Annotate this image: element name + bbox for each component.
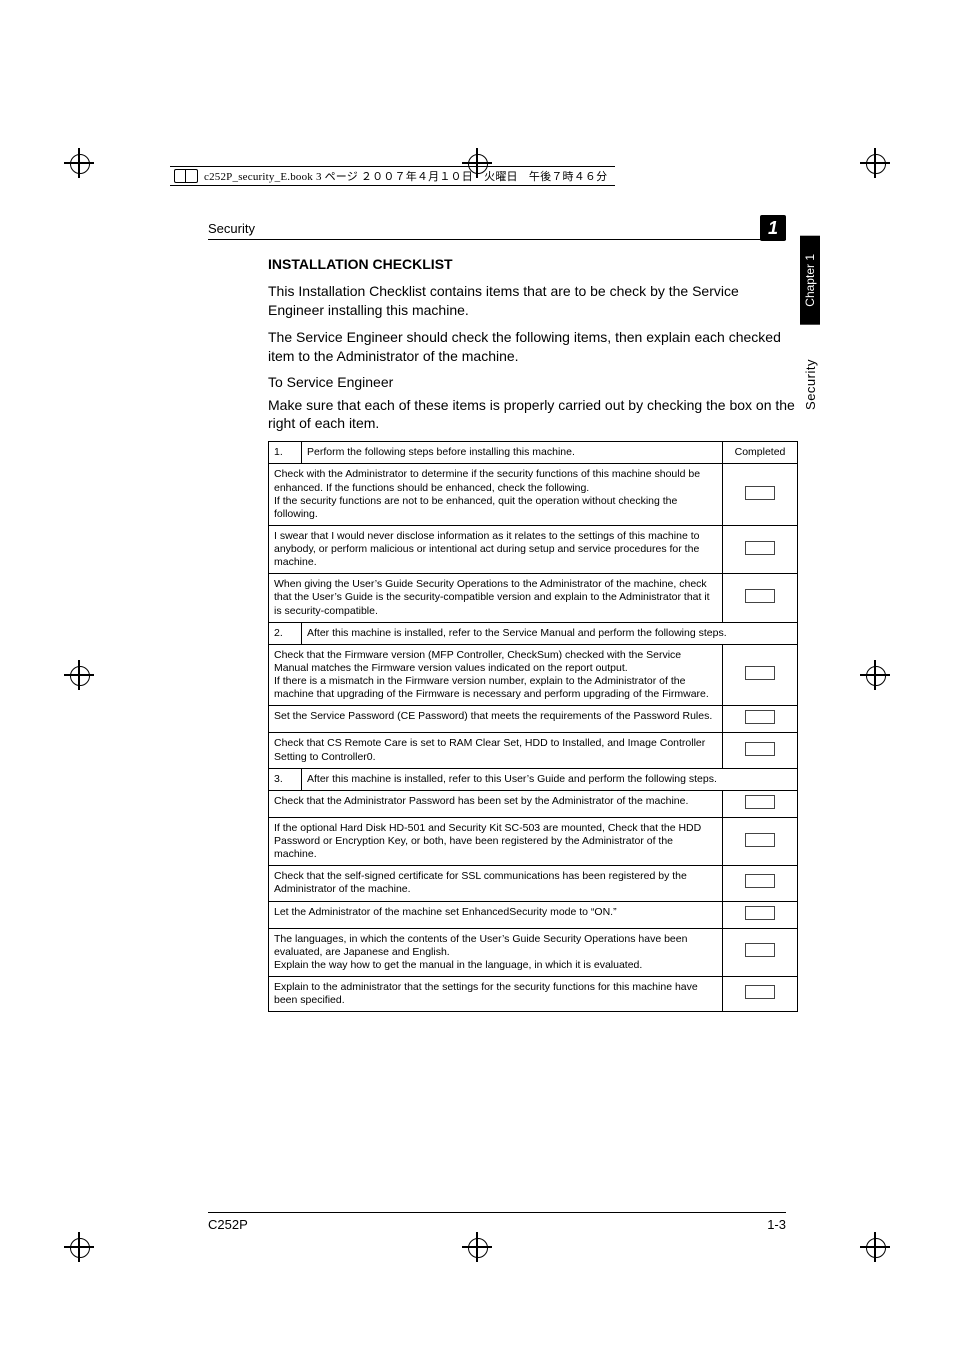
checkbox-icon[interactable] (745, 874, 775, 888)
registration-mark-right (858, 658, 892, 692)
checklist-row-text: Check that the Administrator Password ha… (269, 790, 723, 817)
checklist-checkbox-cell (723, 464, 798, 526)
intro-paragraph-1: This Installation Checklist contains ite… (268, 282, 798, 320)
checklist-row-num: 1. (269, 442, 302, 464)
checklist-checkbox-cell (723, 866, 798, 901)
to-service-engineer-line: To Service Engineer (268, 374, 798, 390)
page-footer: C252P 1-3 (208, 1212, 786, 1232)
checkbox-icon[interactable] (745, 666, 775, 680)
checkbox-icon[interactable] (745, 943, 775, 957)
checklist-row-text: I swear that I would never disclose info… (269, 525, 723, 573)
crop-mark-bottom-left (62, 1230, 96, 1264)
checklist-row-text: Check with the Administrator to determin… (269, 464, 723, 526)
checklist-checkbox-cell (723, 977, 798, 1012)
page-root: c252P_security_E.book 3 ページ ２００７年４月１０日 火… (0, 0, 954, 1350)
checklist-checkbox-cell (723, 790, 798, 817)
file-trace-header: c252P_security_E.book 3 ページ ２００７年４月１０日 火… (170, 166, 615, 186)
checklist-row-num: 3. (269, 768, 302, 790)
checklist-row-num: 2. (269, 622, 302, 644)
crop-mark-top-right (858, 146, 892, 180)
checklist-row-text: Perform the following steps before insta… (302, 442, 723, 464)
checklist-row-text: After this machine is installed, refer t… (302, 622, 798, 644)
checkbox-icon[interactable] (745, 541, 775, 555)
page-heading: INSTALLATION CHECKLIST (268, 256, 798, 272)
checklist-checkbox-cell (723, 644, 798, 706)
chapter-number-badge: 1 (760, 215, 786, 241)
checklist-row-text: When giving the User’s Guide Security Op… (269, 574, 723, 622)
checklist-checkbox-cell (723, 733, 798, 768)
checklist-table: 1. Perform the following steps before in… (268, 441, 798, 1012)
checklist-row-text: Set the Service Password (CE Password) t… (269, 706, 723, 733)
checkbox-icon[interactable] (745, 906, 775, 920)
checkbox-icon[interactable] (745, 710, 775, 724)
checklist-checkbox-cell (723, 525, 798, 573)
checklist-row-text: Check that the self-signed certificate f… (269, 866, 723, 901)
intro-paragraph-2: The Service Engineer should check the fo… (268, 328, 798, 366)
checklist-row-text: Let the Administrator of the machine set… (269, 901, 723, 928)
checkbox-icon[interactable] (745, 486, 775, 500)
checklist-row-text: The languages, in which the contents of … (269, 928, 723, 976)
crop-mark-top-left (62, 146, 96, 180)
footer-page-number: 1-3 (767, 1217, 786, 1232)
checklist-checkbox-cell (723, 928, 798, 976)
checkbox-icon[interactable] (745, 795, 775, 809)
checklist-checkbox-cell (723, 574, 798, 622)
checklist-checkbox-cell (723, 901, 798, 928)
registration-mark-bottom (460, 1230, 494, 1264)
checklist-checkbox-cell (723, 706, 798, 733)
instruction-paragraph: Make sure that each of these items is pr… (268, 396, 798, 434)
side-tab: Chapter 1 Security (794, 236, 826, 410)
footer-model: C252P (208, 1217, 248, 1232)
checklist-row-text: Explain to the administrator that the se… (269, 977, 723, 1012)
checklist-row-text: Check that the Firmware version (MFP Con… (269, 644, 723, 706)
checklist-checkbox-cell (723, 817, 798, 865)
running-section-title: Security (208, 221, 255, 236)
checkbox-icon[interactable] (745, 985, 775, 999)
checkbox-icon[interactable] (745, 833, 775, 847)
checkbox-icon[interactable] (745, 589, 775, 603)
checklist-row-text: Check that CS Remote Care is set to RAM … (269, 733, 723, 768)
side-tab-chapter: Chapter 1 (800, 236, 820, 325)
side-tab-section: Security (803, 359, 818, 410)
crop-mark-bottom-right (858, 1230, 892, 1264)
checkbox-icon[interactable] (745, 742, 775, 756)
completed-header: Completed (723, 442, 798, 464)
checklist-row-text: If the optional Hard Disk HD-501 and Sec… (269, 817, 723, 865)
file-trace-text: c252P_security_E.book 3 ページ ２００７年４月１０日 火… (204, 168, 607, 184)
registration-mark-left (62, 658, 96, 692)
body-column: INSTALLATION CHECKLIST This Installation… (268, 256, 798, 1012)
book-icon (174, 169, 198, 183)
checklist-row-text: After this machine is installed, refer t… (302, 768, 798, 790)
running-header: Security 1 (208, 210, 786, 240)
